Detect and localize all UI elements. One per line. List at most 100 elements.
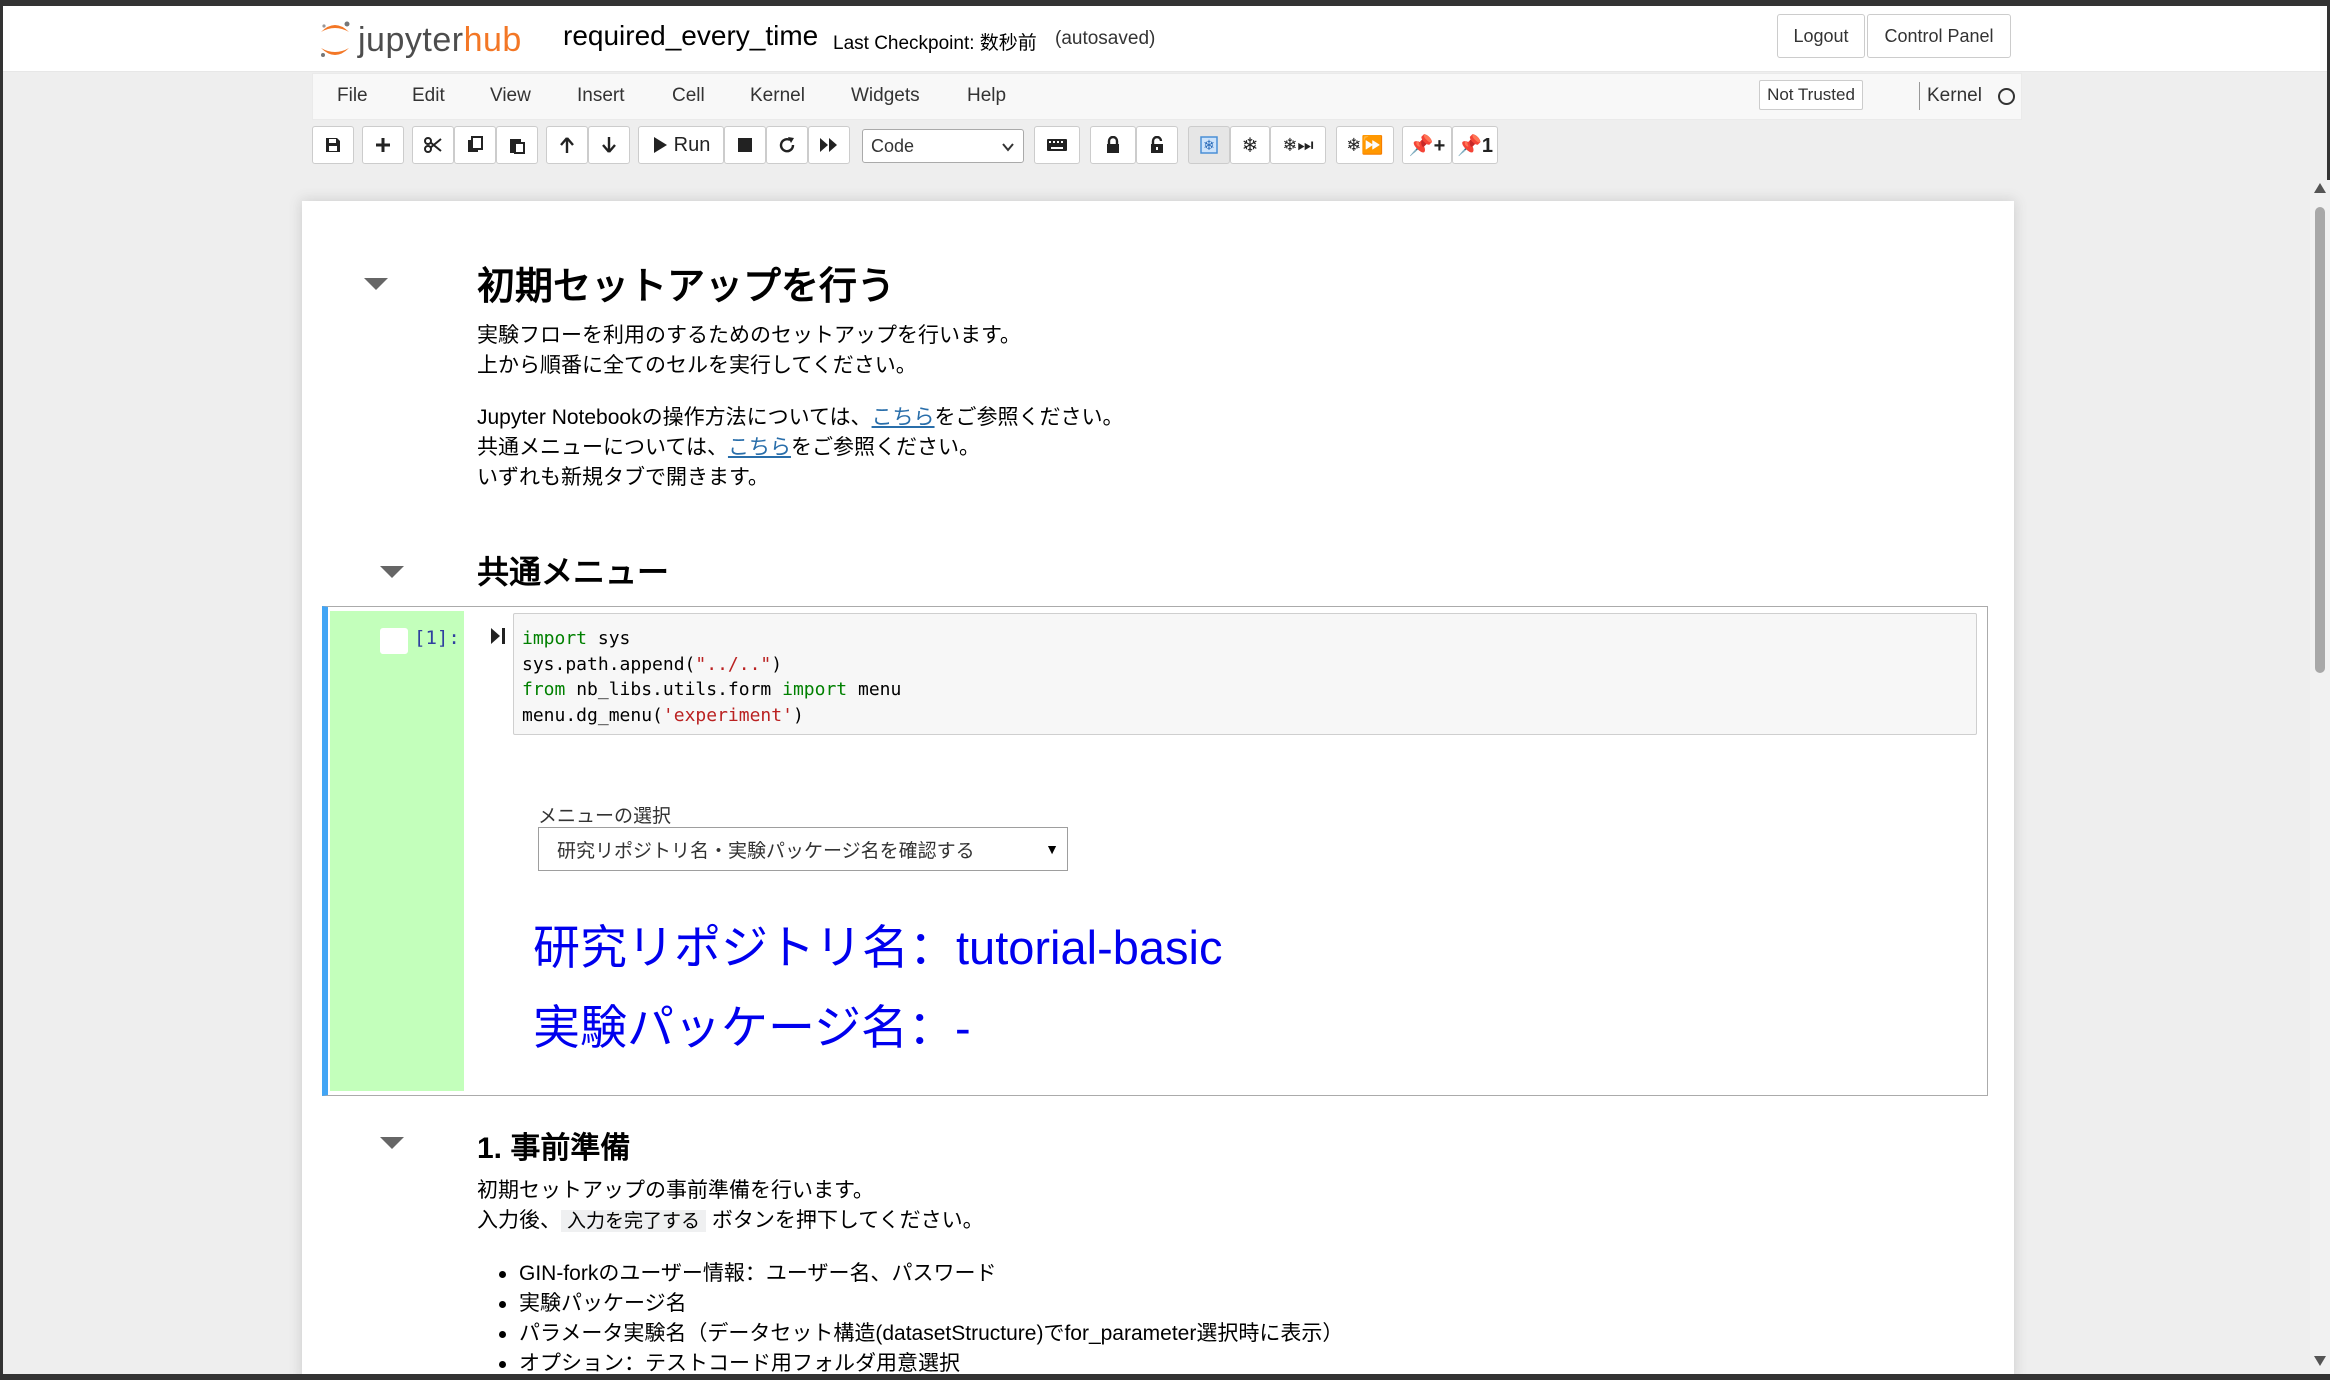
common-menu-help-link[interactable]: こちら xyxy=(728,436,791,459)
menu-insert[interactable]: Insert xyxy=(577,85,625,107)
links-line-1-post: をご参照ください。 xyxy=(934,406,1124,429)
jupyter-help-link[interactable]: こちら xyxy=(872,406,935,429)
links-line-2-pre: 共通メニューについては、 xyxy=(477,436,728,459)
scroll-up-arrow-icon[interactable] xyxy=(2314,183,2326,193)
unlock-icon xyxy=(1149,136,1165,154)
restart-button[interactable] xyxy=(766,126,808,164)
output-package-name: 実験パッケージ名：- xyxy=(533,1001,971,1054)
notebook-page: 初期セットアップを行う 実験フローを利用のするためのセットアップを行います。 上… xyxy=(302,201,2014,1380)
restart-icon xyxy=(778,136,796,154)
collapse-toggle-icon[interactable] xyxy=(364,278,388,290)
logout-button[interactable]: Logout xyxy=(1777,14,1865,58)
save-button[interactable] xyxy=(312,126,354,164)
cut-button[interactable] xyxy=(412,126,454,164)
copy-button[interactable] xyxy=(454,126,496,164)
lock-icon xyxy=(1105,136,1121,154)
menu-edit[interactable]: Edit xyxy=(412,85,445,107)
preparation-line-1: 初期セットアップの事前準備を行います。 xyxy=(477,1179,874,1202)
window-frame-bottom xyxy=(0,1374,2330,1380)
code-keyword: from xyxy=(522,679,566,700)
links-line-2-post: をご参照ください。 xyxy=(790,436,980,459)
intro-line-1: 実験フローを利用のするためのセットアップを行います。 xyxy=(477,324,1021,347)
pin-one-icon: 📌1 xyxy=(1456,134,1494,157)
move-down-button[interactable] xyxy=(588,126,630,164)
kernel-idle-icon xyxy=(1998,88,2015,105)
not-trusted-button[interactable]: Not Trusted xyxy=(1759,80,1863,110)
menu-file[interactable]: File xyxy=(337,85,368,107)
snowflake-icon: ❄ xyxy=(1241,134,1259,157)
kernel-divider xyxy=(1919,82,1920,110)
menu-select-value: 研究リポジトリ名・実験パッケージ名を確認する xyxy=(557,840,975,862)
menubar: File Edit View Insert Cell Kernel Widget… xyxy=(312,73,2022,120)
code-line-2: sys.path.append("../..") xyxy=(522,652,1968,678)
output-repository-name: 研究リポジトリ名：tutorial-basic xyxy=(533,921,1223,974)
jupyterhub-logo[interactable]: jupyterhub xyxy=(318,18,522,62)
code-cell[interactable]: [1]: import sys sys.path.append("../..")… xyxy=(322,606,1988,1096)
unlock-button[interactable] xyxy=(1136,126,1178,164)
collapse-toggle-icon[interactable] xyxy=(380,566,404,578)
pin-plus-icon: 📌+ xyxy=(1408,134,1446,157)
intro-line-2: 上から順番に全てのセルを実行してください。 xyxy=(477,354,917,377)
freeze-below-button[interactable]: ❄⏭ xyxy=(1270,126,1326,164)
insert-cell-button[interactable] xyxy=(362,126,404,164)
code-text: sys xyxy=(587,628,631,649)
links-line-1: Jupyter Notebookの操作方法については、こちらをご参照ください。 xyxy=(477,403,1124,433)
menu-select-dropdown[interactable]: 研究リポジトリ名・実験パッケージ名を確認する ▼ xyxy=(538,827,1068,871)
cut-icon xyxy=(424,136,442,154)
paste-icon xyxy=(508,136,526,154)
snowflake-next-icon: ❄⏭ xyxy=(1282,134,1314,155)
scroll-down-arrow-icon[interactable] xyxy=(2314,1356,2326,1366)
code-line-1: import sys xyxy=(522,626,1968,652)
run-cell-icon[interactable] xyxy=(490,627,506,650)
fast-forward-icon xyxy=(819,137,839,153)
control-panel-button[interactable]: Control Panel xyxy=(1867,14,2011,58)
code-text: menu xyxy=(847,679,902,700)
svg-text:❄: ❄ xyxy=(1203,137,1215,153)
plus-icon xyxy=(374,136,392,154)
vertical-scrollbar[interactable] xyxy=(2310,180,2330,1374)
menu-widgets[interactable]: Widgets xyxy=(851,85,920,107)
command-palette-button[interactable] xyxy=(1034,126,1080,164)
stop-icon xyxy=(737,137,753,153)
preparation-list: GIN-forkのユーザー情報：ユーザー名、パスワード 実験パッケージ名 パラメ… xyxy=(477,1259,1343,1379)
menu-help[interactable]: Help xyxy=(967,85,1006,107)
copy-icon xyxy=(466,136,484,154)
code-keyword: import xyxy=(522,628,588,649)
restart-run-all-button[interactable] xyxy=(808,126,850,164)
scrollbar-thumb[interactable] xyxy=(2315,207,2325,673)
inline-code: 入力を完了する xyxy=(561,1210,707,1232)
lock-button[interactable] xyxy=(1090,126,1136,164)
preparation-line-2-post: ボタンを押下してください。 xyxy=(711,1209,984,1232)
save-icon xyxy=(324,136,342,154)
notebook-site[interactable]: 初期セットアップを行う 実験フローを利用のするためのセットアップを行います。 上… xyxy=(3,172,2309,1380)
freeze-button[interactable]: ❄ xyxy=(1230,126,1270,164)
snowflake-icon: ❄ xyxy=(1199,135,1219,155)
cell-select-checkbox[interactable] xyxy=(380,628,408,654)
freeze-all-button[interactable]: ❄⏩ xyxy=(1336,126,1394,164)
interrupt-button[interactable] xyxy=(724,126,766,164)
pin-one-button[interactable]: 📌1 xyxy=(1452,126,1498,164)
menu-view[interactable]: View xyxy=(490,85,531,107)
pin-add-button[interactable]: 📌+ xyxy=(1402,126,1452,164)
run-button[interactable]: Run xyxy=(638,126,724,164)
cell-prompt-area: [1]: xyxy=(330,611,464,1091)
notebook-name[interactable]: required_every_time xyxy=(563,20,818,52)
freeze-toggle-button[interactable]: ❄ xyxy=(1188,126,1230,164)
cell-type-select[interactable]: Code xyxy=(862,129,1024,163)
move-up-button[interactable] xyxy=(546,126,588,164)
collapse-toggle-icon[interactable] xyxy=(380,1137,404,1149)
run-label: Run xyxy=(673,133,711,156)
run-icon xyxy=(652,136,668,154)
menu-kernel[interactable]: Kernel xyxy=(750,85,805,107)
input-prompt: [1]: xyxy=(414,627,460,649)
logo-jupyter-text: jupyter xyxy=(358,20,464,59)
paste-button[interactable] xyxy=(496,126,538,164)
arrow-up-icon xyxy=(558,136,576,154)
chevron-down-icon xyxy=(1001,138,1015,159)
code-text: nb_libs.utils.form xyxy=(565,679,783,700)
code-input[interactable]: import sys sys.path.append("../..") from… xyxy=(513,613,1977,735)
list-item: GIN-forkのユーザー情報：ユーザー名、パスワード xyxy=(477,1259,1343,1289)
menu-cell[interactable]: Cell xyxy=(672,85,705,107)
code-text: ) xyxy=(771,653,783,675)
logo-hub-text: hub xyxy=(463,20,522,59)
